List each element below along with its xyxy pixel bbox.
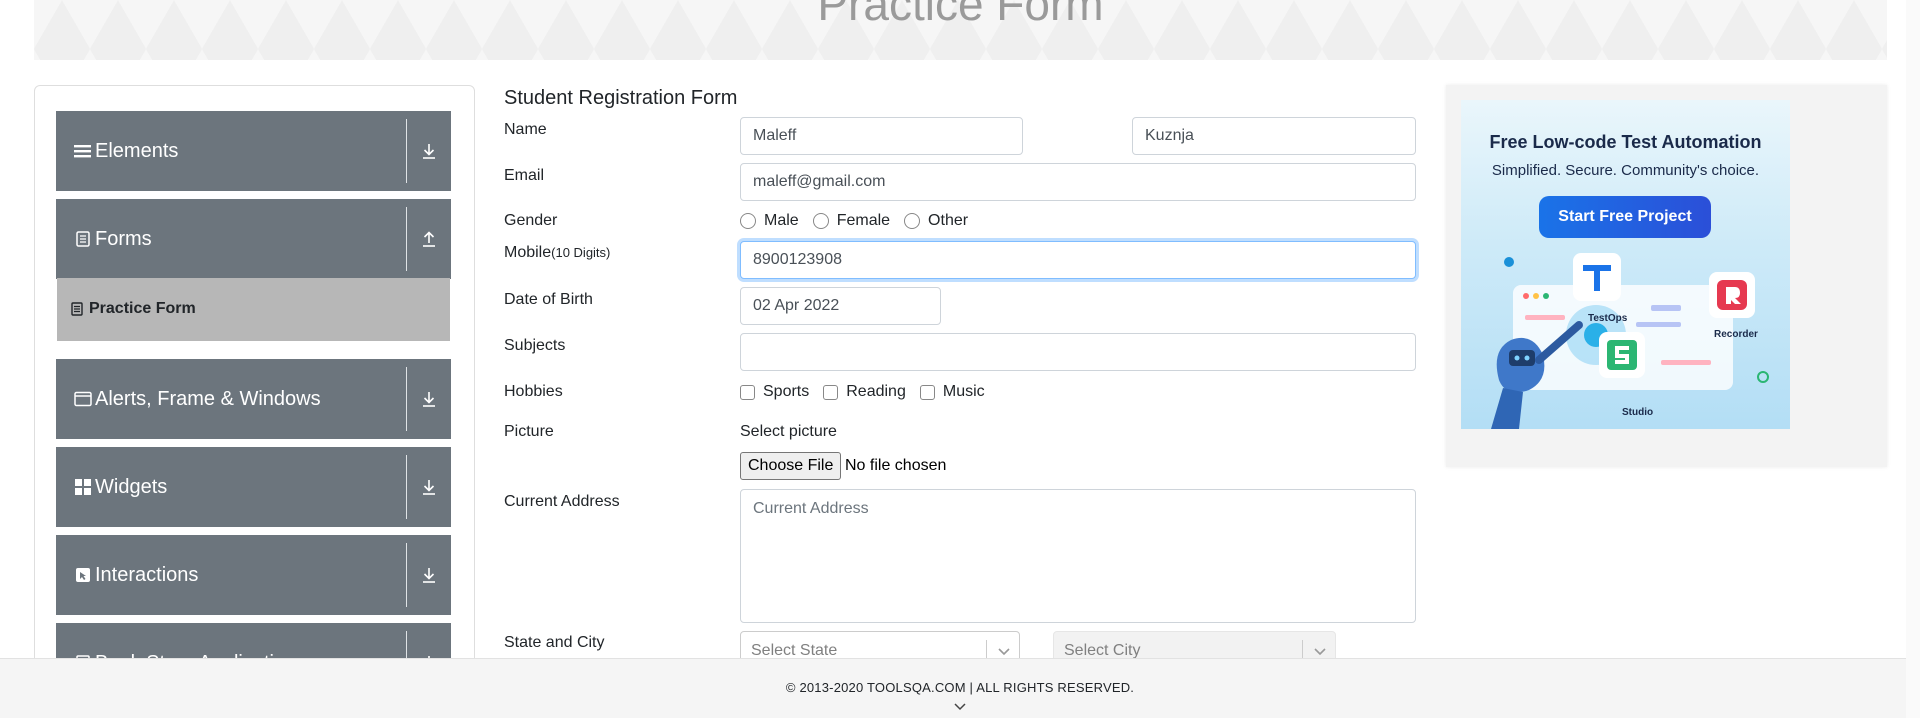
divider xyxy=(406,367,407,431)
ad-title: Free Low-code Test Automation xyxy=(1489,132,1762,152)
email-input[interactable]: maleff@gmail.com xyxy=(740,163,1416,201)
gender-options: Male Female Other xyxy=(740,211,982,231)
form-title: Student Registration Form xyxy=(504,87,738,109)
chevron-down-icon xyxy=(998,648,1010,656)
download-icon[interactable] xyxy=(420,389,438,409)
checkbox[interactable] xyxy=(823,384,839,400)
select-picture-label: Select picture xyxy=(740,423,837,440)
download-icon[interactable] xyxy=(420,565,438,585)
hobby-option-reading[interactable]: Reading xyxy=(823,382,906,402)
mobile-label: Mobile(10 Digits) xyxy=(504,243,610,263)
last-name-input[interactable]: Kuznja xyxy=(1132,117,1416,155)
current-address-textarea[interactable]: Current Address xyxy=(740,489,1416,623)
ad-caption: TestOps xyxy=(1588,313,1628,324)
hobby-option-music[interactable]: Music xyxy=(919,382,985,402)
mobile-hint: (10 Digits) xyxy=(551,245,611,260)
sidebar-item-label: Practice Form xyxy=(89,300,196,317)
hobbies-options: Sports Reading Music xyxy=(740,382,999,402)
page-banner: Practice Form xyxy=(34,0,1887,60)
sidebar-group-interactions[interactable]: Interactions xyxy=(56,535,451,615)
hobby-option-label: Music xyxy=(942,383,985,400)
upload-icon[interactable] xyxy=(420,229,438,249)
radio-button[interactable] xyxy=(812,213,829,229)
hobbies-label: Hobbies xyxy=(504,383,563,400)
divider xyxy=(406,119,407,183)
divider xyxy=(406,543,407,607)
sidebar-group-alerts[interactable]: Alerts, Frame & Windows xyxy=(56,359,451,439)
gender-option-label: Other xyxy=(928,212,969,229)
state-city-label: State and City xyxy=(504,634,605,651)
sidebar-group-forms[interactable]: Forms xyxy=(56,199,451,279)
chevron-down-icon[interactable] xyxy=(953,702,967,712)
gender-label: Gender xyxy=(504,212,558,229)
email-label: Email xyxy=(504,167,545,184)
ad-caption: Studio xyxy=(1622,407,1654,418)
gender-option-label: Male xyxy=(764,212,799,229)
document-icon xyxy=(71,302,83,316)
sidebar: Elements Forms Alerts, Frame & Windows W… xyxy=(34,85,475,665)
sidebar-group-label: Interactions xyxy=(95,564,199,586)
scrollbar[interactable] xyxy=(1906,0,1920,718)
sidebar-group-label: Elements xyxy=(95,140,179,162)
hobby-option-label: Sports xyxy=(763,383,810,400)
sidebar-group-label: Widgets xyxy=(95,476,168,498)
sidebar-item-practice-form[interactable]: Practice Form xyxy=(57,278,450,341)
choose-file-button[interactable]: Choose File xyxy=(740,452,842,480)
grid-icon xyxy=(75,479,91,495)
subjects-input[interactable] xyxy=(740,333,1416,371)
subjects-label: Subjects xyxy=(504,337,566,354)
download-icon[interactable] xyxy=(420,141,438,161)
list-icon xyxy=(74,145,91,158)
ad-banner[interactable]: Free Low-code Test Automation Simplified… xyxy=(1461,100,1790,429)
dob-label: Date of Birth xyxy=(504,291,593,308)
footer-copyright: © 2013-2020 TOOLSQA.COM | ALL RIGHTS RES… xyxy=(785,680,1135,695)
mobile-input[interactable]: 8900123908 xyxy=(740,241,1416,279)
gender-option-other[interactable]: Other xyxy=(904,211,968,231)
chevron-down-icon xyxy=(1314,648,1326,656)
mobile-label-text: Mobile xyxy=(504,244,552,261)
divider xyxy=(406,455,407,519)
radio-button[interactable] xyxy=(740,213,756,229)
date-of-birth-input[interactable]: 02 Apr 2022 xyxy=(740,287,941,325)
gender-option-male[interactable]: Male xyxy=(740,211,799,231)
ad-subtitle: Simplified. Secure. Community's choice. xyxy=(1491,162,1760,179)
hobby-option-sports[interactable]: Sports xyxy=(740,382,809,402)
address-label: Current Address xyxy=(504,493,620,510)
sidebar-group-elements[interactable]: Elements xyxy=(56,111,451,191)
divider xyxy=(406,207,407,271)
ad-start-button[interactable]: Start Free Project xyxy=(1539,196,1711,238)
cursor-icon xyxy=(76,568,90,582)
radio-button[interactable] xyxy=(904,213,921,229)
address-placeholder: Current Address xyxy=(753,500,869,517)
window-icon xyxy=(74,391,92,407)
first-name-input[interactable]: Maleff xyxy=(740,117,1023,155)
checkbox[interactable] xyxy=(919,384,935,400)
sidebar-group-label: Alerts, Frame & Windows xyxy=(95,388,321,410)
download-icon[interactable] xyxy=(420,477,438,497)
sidebar-group-label: Forms xyxy=(95,228,152,250)
document-icon xyxy=(76,231,90,247)
picture-label: Picture xyxy=(504,423,554,440)
page-title: Practice Form xyxy=(817,0,1104,30)
gender-option-female[interactable]: Female xyxy=(812,211,891,231)
footer: © 2013-2020 TOOLSQA.COM | ALL RIGHTS RES… xyxy=(0,658,1920,718)
file-status: No file chosen xyxy=(845,457,947,474)
sidebar-group-widgets[interactable]: Widgets xyxy=(56,447,451,527)
gender-option-label: Female xyxy=(836,212,891,229)
advertisement: Free Low-code Test Automation Simplified… xyxy=(1446,85,1887,467)
name-label: Name xyxy=(504,121,547,138)
ad-caption: Recorder xyxy=(1714,329,1758,340)
checkbox[interactable] xyxy=(740,384,755,400)
hobby-option-label: Reading xyxy=(846,383,906,400)
